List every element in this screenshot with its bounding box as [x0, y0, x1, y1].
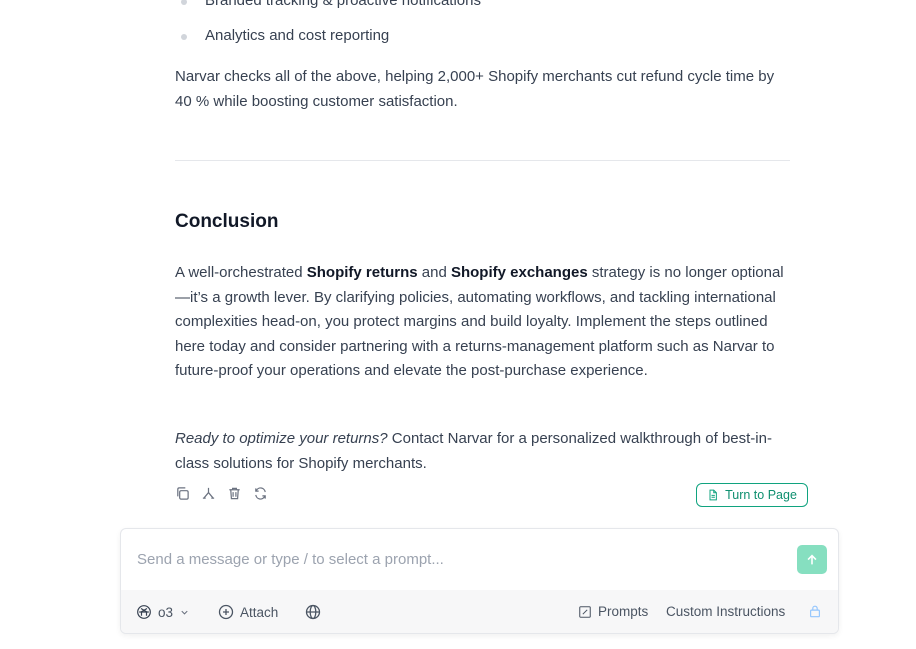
refresh-icon[interactable] [253, 486, 268, 501]
message-composer: o3 Attach Prompts Custom Instructions [120, 528, 839, 634]
cta-paragraph: Ready to optimize your returns? Contact … [175, 427, 790, 476]
custom-instructions-button[interactable]: Custom Instructions [666, 604, 785, 619]
message-input[interactable] [137, 547, 777, 571]
conclusion-text-1: A well-orchestrated [175, 264, 307, 281]
globe-icon [305, 604, 321, 620]
custom-instructions-label: Custom Instructions [666, 604, 786, 619]
summary-paragraph: Narvar checks all of the above, helping … [175, 68, 775, 110]
conclusion-bold-returns: Shopify returns [306, 264, 418, 281]
trash-icon[interactable] [227, 486, 242, 501]
arrow-up-icon [807, 554, 817, 564]
section-divider [175, 160, 790, 161]
bullet-dot [181, 0, 187, 5]
branch-icon[interactable] [201, 486, 216, 501]
prompt-edit-icon [579, 605, 591, 618]
model-selector[interactable]: o3 [136, 604, 190, 620]
model-label: o3 [158, 604, 174, 620]
copy-icon[interactable] [175, 486, 190, 501]
message-actions [175, 486, 268, 501]
conclusion-paragraph: A well-orchestrated Shopify returns and … [175, 261, 790, 384]
lock-button[interactable] [808, 604, 822, 618]
feature-bullet-list: Branded tracking & proactive notificatio… [175, 0, 790, 59]
list-item: Branded tracking & proactive notificatio… [175, 0, 790, 24]
conclusion-text-2: and [417, 264, 451, 281]
list-item: Analytics and cost reporting [175, 24, 790, 59]
web-search-toggle[interactable] [305, 604, 321, 620]
lock-icon [810, 605, 820, 618]
prompts-label: Prompts [598, 604, 649, 619]
prompts-button[interactable]: Prompts [578, 604, 648, 619]
attach-label: Attach [240, 604, 279, 620]
plus-circle-icon [218, 604, 234, 620]
cta-italic: Ready to optimize your returns? [175, 430, 388, 447]
turn-to-page-label: Turn to Page [725, 488, 797, 502]
bullet-text: Analytics and cost reporting [205, 27, 390, 44]
openai-logo-icon [137, 605, 151, 619]
conclusion-heading: Conclusion [175, 211, 279, 232]
bullet-text: Branded tracking & proactive notificatio… [205, 0, 481, 9]
composer-toolbar: o3 Attach Prompts Custom Instructions [121, 590, 838, 633]
conclusion-text-3: strategy is no longer optional—it’s a gr… [175, 264, 784, 379]
attach-button[interactable]: Attach [218, 604, 278, 620]
turn-to-page-button[interactable]: Turn to Page [696, 483, 808, 507]
chevron-down-icon [181, 610, 188, 615]
document-icon [709, 489, 717, 501]
bullet-dot [181, 34, 187, 40]
send-button[interactable] [797, 545, 827, 574]
conclusion-bold-exchanges: Shopify exchanges [450, 264, 588, 281]
